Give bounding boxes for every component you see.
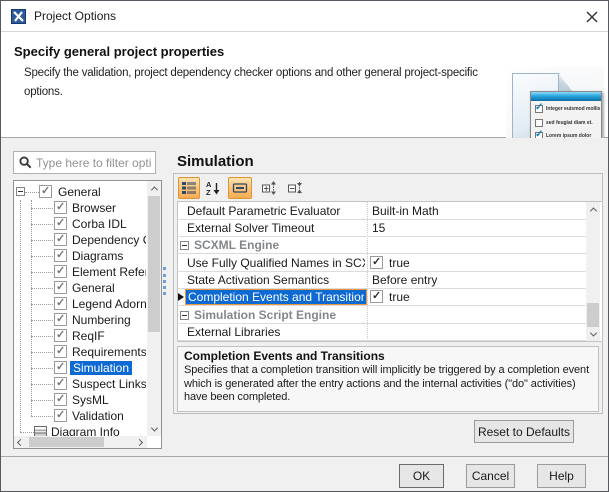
table-group-row[interactable]: Simulation Script Engine bbox=[178, 307, 586, 324]
expand-all-icon bbox=[261, 180, 277, 196]
ok-button[interactable]: OK bbox=[399, 464, 444, 488]
close-icon[interactable] bbox=[579, 5, 605, 28]
checkbox-icon bbox=[535, 119, 543, 127]
show-description-icon bbox=[232, 180, 248, 196]
page-title: Simulation bbox=[177, 153, 254, 170]
table-row[interactable]: External Solver Timeout 15 bbox=[178, 220, 586, 237]
checkbox-icon[interactable] bbox=[370, 290, 383, 303]
magicdraw-logo-icon bbox=[11, 9, 26, 24]
collapse-expander-icon[interactable] bbox=[180, 311, 189, 320]
collapse-expander-icon[interactable] bbox=[16, 187, 25, 196]
sort-alphabetically-icon: A Z bbox=[205, 180, 221, 196]
checkbox-icon[interactable] bbox=[39, 185, 52, 198]
reset-to-defaults-button[interactable]: Reset to Defaults bbox=[474, 420, 574, 443]
search-icon bbox=[19, 156, 32, 169]
checklist-titlebar-graphic bbox=[531, 92, 601, 101]
checkbox-icon[interactable] bbox=[54, 217, 67, 230]
help-button[interactable]: Help bbox=[537, 464, 586, 488]
selected-row-marker-icon bbox=[178, 293, 184, 301]
sort-alphabetically-button[interactable]: A Z bbox=[202, 177, 224, 199]
header-banner: Specify general project properties Speci… bbox=[1, 32, 608, 138]
tree-horizontal-scrollbar[interactable] bbox=[14, 436, 147, 448]
header-title: Specify general project properties bbox=[14, 44, 224, 59]
filter-input[interactable] bbox=[32, 156, 151, 170]
options-tree: General Browser Corba IDL Dependency C D… bbox=[13, 180, 162, 449]
checkbox-icon[interactable] bbox=[54, 281, 67, 294]
categorized-view-button[interactable] bbox=[178, 177, 200, 199]
svg-text:Z: Z bbox=[206, 188, 211, 196]
header-description: Specify the validation, project dependen… bbox=[24, 64, 502, 102]
filter-field[interactable] bbox=[13, 151, 156, 174]
checkbox-icon[interactable] bbox=[54, 345, 67, 358]
tree-connector bbox=[20, 200, 21, 432]
description-text: Specifies that a completion transition w… bbox=[184, 364, 592, 405]
expand-all-button[interactable] bbox=[258, 177, 280, 199]
table-row[interactable]: Use Fully Qualified Names in SCXM... tru… bbox=[178, 255, 586, 272]
properties-table: Default Parametric Evaluator Built-in Ma… bbox=[177, 201, 603, 342]
checkbox-icon[interactable] bbox=[54, 329, 67, 342]
checkbox-icon[interactable] bbox=[54, 249, 67, 262]
checkbox-icon[interactable] bbox=[54, 265, 67, 278]
scroll-up-icon[interactable] bbox=[586, 202, 600, 216]
description-title: Completion Events and Transitions bbox=[184, 349, 592, 363]
checkbox-icon[interactable] bbox=[54, 201, 67, 214]
window-title: Project Options bbox=[34, 9, 116, 23]
tree-vertical-scrollbar[interactable] bbox=[147, 181, 161, 436]
tree-item-label[interactable]: General bbox=[58, 185, 101, 199]
checklist-item: Integer euismod mollis bbox=[535, 103, 600, 115]
collapse-all-icon bbox=[287, 180, 303, 196]
scroll-up-icon[interactable] bbox=[147, 181, 161, 195]
checkbox-icon[interactable] bbox=[54, 393, 67, 406]
checkbox-icon[interactable] bbox=[54, 297, 67, 310]
scrollbar-thumb[interactable] bbox=[148, 196, 160, 332]
table-row[interactable]: State Activation Semantics Before entry bbox=[178, 272, 586, 289]
scroll-right-icon[interactable] bbox=[133, 436, 146, 448]
selected-cell[interactable]: Completion Events and Transitions bbox=[185, 289, 367, 305]
scrollbar-thumb[interactable] bbox=[29, 437, 104, 447]
collapse-all-button[interactable] bbox=[284, 177, 306, 199]
panel-splitter-handle[interactable] bbox=[163, 267, 168, 295]
scrollbar-thumb[interactable] bbox=[587, 303, 599, 327]
checklist-item: sed feugiat diam et. bbox=[535, 117, 593, 129]
checkbox-icon bbox=[535, 105, 543, 113]
project-options-dialog: Project Options Specify general project … bbox=[0, 0, 609, 492]
table-group-row[interactable]: SCXML Engine bbox=[178, 237, 586, 254]
checkbox-icon[interactable] bbox=[54, 361, 67, 374]
tree-connector bbox=[25, 192, 39, 193]
show-description-button[interactable] bbox=[228, 177, 252, 199]
checkbox-icon[interactable] bbox=[370, 256, 383, 269]
table-vertical-scrollbar[interactable] bbox=[586, 202, 600, 341]
scroll-down-icon[interactable] bbox=[147, 422, 161, 436]
checkbox-icon[interactable] bbox=[54, 313, 67, 326]
table-row-selected[interactable]: Completion Events and Transitions true bbox=[178, 289, 586, 306]
scroll-left-icon[interactable] bbox=[14, 436, 27, 448]
scroll-down-icon[interactable] bbox=[586, 327, 600, 341]
collapse-expander-icon[interactable] bbox=[180, 241, 189, 250]
cancel-button[interactable]: Cancel bbox=[466, 464, 515, 488]
property-description-box: Completion Events and Transitions Specif… bbox=[177, 346, 599, 412]
checkbox-icon[interactable] bbox=[54, 233, 67, 246]
table-row[interactable]: Default Parametric Evaluator Built-in Ma… bbox=[178, 203, 586, 220]
checkbox-icon[interactable] bbox=[54, 377, 67, 390]
categorized-view-icon bbox=[181, 180, 197, 196]
checkbox-icon[interactable] bbox=[54, 409, 67, 422]
table-row[interactable]: External Libraries bbox=[178, 324, 586, 341]
title-bar[interactable]: Project Options bbox=[1, 1, 608, 32]
